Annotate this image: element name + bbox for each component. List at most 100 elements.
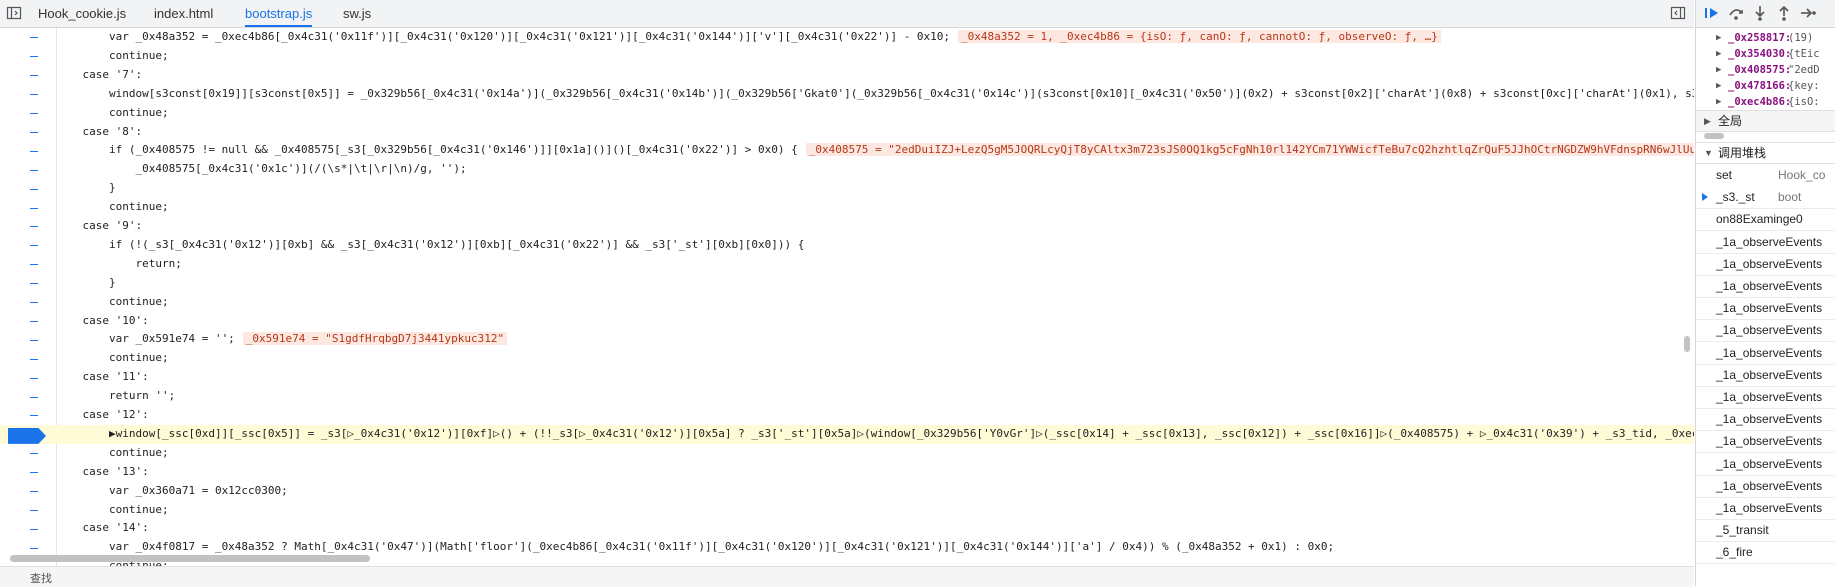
code-line[interactable]: case '12':	[0, 406, 1694, 425]
code-line[interactable]: case '10':	[0, 312, 1694, 331]
code-line[interactable]: case '9':	[0, 217, 1694, 236]
frame-location[interactable]: boot	[1778, 186, 1801, 208]
frame-function-name: _1a_observeEvents	[1716, 301, 1823, 316]
call-frame[interactable]: _1a_observeEvents	[1696, 497, 1835, 520]
breakpoint-marker-icon[interactable]	[8, 427, 46, 444]
code-line[interactable]: continue;	[0, 444, 1694, 463]
toggle-debugger-icon[interactable]	[1670, 5, 1686, 21]
step-over-icon[interactable]	[1726, 4, 1746, 22]
toggle-navigator-icon[interactable]	[6, 5, 22, 21]
code-text: case '12':	[56, 408, 149, 421]
call-frame[interactable]: set Hook_co	[1696, 164, 1835, 187]
expand-arrow-icon: ▶	[1704, 116, 1711, 126]
step-into-icon[interactable]	[1750, 4, 1770, 22]
panel-scrollbar-thumb[interactable]	[1704, 133, 1724, 139]
code-line[interactable]: return;	[0, 255, 1694, 274]
scope-variable[interactable]: ▶ _0x354030: {tEic	[1696, 46, 1835, 62]
call-frame[interactable]: _1a_observeEvents	[1696, 231, 1835, 254]
variable-name: _0x408575:	[1728, 64, 1792, 76]
debugger-toolbar	[1696, 0, 1835, 28]
code-text: case '11':	[56, 370, 149, 384]
call-frame[interactable]: _1a_observeEvents	[1696, 275, 1835, 298]
tab-hook-cookie[interactable]: Hook_cookie.js	[38, 0, 126, 27]
code-text: continue;	[56, 445, 169, 459]
code-line[interactable]: }	[0, 179, 1694, 198]
variable-value: (19)	[1788, 32, 1814, 44]
code-text: var _0x360a71 = 0x12cc0300;	[56, 483, 288, 497]
code-text: if (_0x408575 != null && _0x408575[_s3[_…	[56, 141, 1694, 160]
frame-location[interactable]: Hook_co	[1778, 164, 1825, 186]
code-text: case '8':	[56, 124, 143, 138]
step-out-icon[interactable]	[1774, 4, 1794, 22]
scope-variable[interactable]: ▶ _0x408575: "2edD	[1696, 62, 1835, 78]
frame-function-name: _1a_observeEvents	[1716, 256, 1823, 271]
code-line[interactable]: var _0x48a352 = _0xec4b86[_0x4c31('0x11f…	[0, 28, 1694, 47]
call-frame[interactable]: _1a_observeEvents	[1696, 364, 1835, 387]
code-line[interactable]: continue;	[0, 501, 1694, 520]
code-line[interactable]: case '13':	[0, 463, 1694, 482]
call-frame[interactable]: _5_transit	[1696, 519, 1835, 543]
frame-function-name: set	[1716, 168, 1733, 182]
frame-function-name: _1a_observeEvents	[1716, 367, 1823, 382]
code-line[interactable]: case '7':	[0, 66, 1694, 85]
code-line[interactable]: case '11':	[0, 368, 1694, 387]
frame-function-name: _5_transit	[1716, 523, 1769, 538]
call-frame[interactable]: _1a_observeEvents	[1696, 453, 1835, 476]
code-editor[interactable]: var _0x48a352 = _0xec4b86[_0x4c31('0x11f…	[0, 28, 1694, 566]
code-line[interactable]: continue;	[0, 47, 1694, 66]
code-line[interactable]: if (!(_s3[_0x4c31('0x12')][0xb] && _s3[_…	[0, 236, 1694, 255]
call-frame[interactable]: _1a_observeEvents	[1696, 475, 1835, 498]
code-text: case '7':	[56, 67, 143, 81]
scope-variable[interactable]: ▶ _0x258817: (19)	[1696, 30, 1835, 46]
tab-sw-js[interactable]: sw.js	[343, 0, 371, 27]
status-bar: 查找	[0, 566, 1694, 587]
tab-bootstrap-js[interactable]: bootstrap.js	[245, 0, 313, 27]
resume-icon[interactable]	[1702, 4, 1722, 22]
variable-value: {isO:	[1788, 96, 1820, 108]
call-frame[interactable]: _1a_observeEvents	[1696, 297, 1835, 321]
code-line[interactable]: window[s3const[0x19]][s3const[0x5]] = _0…	[0, 85, 1694, 104]
code-line[interactable]: var _0x591e74 = ''; _0x591e74 = "S1gdfHrq…	[0, 330, 1694, 349]
code-text: return;	[56, 256, 182, 270]
scope-variable[interactable]: ▶ _0x478166: {key:	[1696, 78, 1835, 94]
code-line[interactable]: case '8':	[0, 123, 1694, 142]
paused-code-line[interactable]: ▶window[_ssc[0xd]][_ssc[0x5]] = _s3[▷_0x…	[0, 424, 1694, 444]
call-frame[interactable]: _1a_observeEvents	[1696, 408, 1835, 432]
call-frame[interactable]: _1a_observeEvents	[1696, 430, 1835, 454]
code-line[interactable]: var _0x360a71 = 0x12cc0300;	[0, 482, 1694, 501]
call-stack-header[interactable]: ▼ 调用堆栈	[1696, 142, 1835, 164]
variable-name: _0x478166:	[1728, 80, 1792, 92]
horizontal-scrollbar-thumb[interactable]	[10, 555, 370, 562]
global-scope-header[interactable]: ▶ 全局	[1696, 110, 1835, 132]
call-frame[interactable]: _6_fire	[1696, 541, 1835, 565]
code-text: var _0x591e74 = ''; _0x591e74 = "S1gdfHrq…	[56, 330, 508, 349]
call-frame[interactable]: on88Examinge0	[1696, 208, 1835, 232]
code-text: continue;	[56, 502, 169, 516]
call-frame[interactable]: _1a_observeEvents	[1696, 319, 1835, 343]
code-line[interactable]: }	[0, 274, 1694, 293]
scope-variable[interactable]: ▶ _0xec4b86: {isO:	[1696, 94, 1835, 110]
call-frame[interactable]: _1a_observeEvents	[1696, 342, 1835, 365]
search-label[interactable]: 查找	[30, 570, 52, 586]
frame-function-name: _6_fire	[1716, 545, 1753, 560]
code-line[interactable]: return '';	[0, 387, 1694, 406]
frame-function-name: _1a_observeEvents	[1716, 345, 1823, 360]
expand-arrow-icon: ▶	[1716, 33, 1722, 43]
call-frame[interactable]: _s3._st boot	[1696, 186, 1835, 210]
code-text: ▶window[_ssc[0xd]][_ssc[0x5]] = _s3[▷_0x…	[56, 426, 1694, 440]
debugger-sidebar: ▶ _0x258817: (19) ▶ _0x354030: {tEic ▶ _0x40857…	[1695, 0, 1835, 586]
vertical-scrollbar-thumb[interactable]	[1684, 336, 1690, 352]
code-line[interactable]: if (_0x408575 != null && _0x408575[_s3[_…	[0, 141, 1694, 160]
code-line[interactable]: continue;	[0, 198, 1694, 217]
code-text: continue;	[56, 48, 169, 62]
code-line[interactable]: case '14':	[0, 519, 1694, 538]
call-frame[interactable]: _1a_observeEvents	[1696, 386, 1835, 409]
code-line[interactable]: continue;	[0, 293, 1694, 312]
code-line[interactable]: continue;	[0, 104, 1694, 123]
step-icon[interactable]	[1798, 4, 1818, 22]
code-text: case '9':	[56, 219, 143, 232]
code-line[interactable]: _0x408575[_0x4c31('0x1c')](/(\s*|\t|\r|\…	[0, 160, 1694, 179]
tab-index-html[interactable]: index.html	[154, 0, 213, 27]
call-frame[interactable]: _1a_observeEvents	[1696, 253, 1835, 276]
code-line[interactable]: continue;	[0, 349, 1694, 368]
